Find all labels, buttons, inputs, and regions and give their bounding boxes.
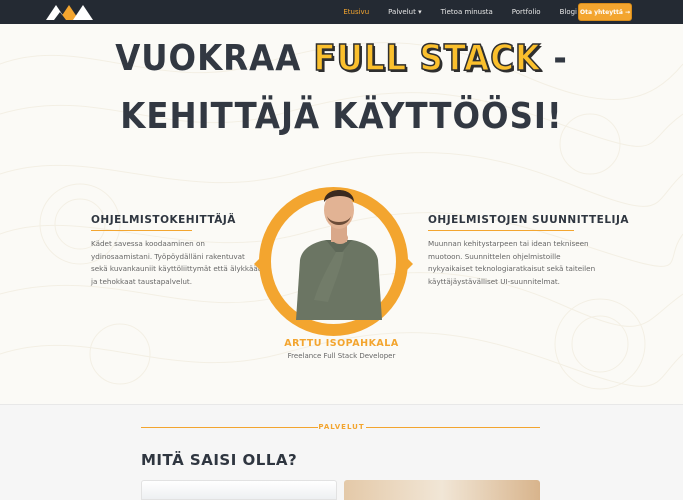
hero-title-suffix: - [553, 38, 568, 79]
hero-title-line-2: KEHITTÄJÄ KÄYTTÖÖSI! [120, 96, 563, 137]
service-card-2[interactable] [344, 480, 540, 500]
main-nav: Etusivu Palvelut ▾ Tietoa minusta Portfo… [343, 0, 577, 24]
right-column-title: OHJELMISTOJEN SUUNNITTELIJA [428, 214, 629, 226]
services-section [0, 404, 683, 500]
right-column-text: Muunnan kehitystarpeen tai idean teknise… [428, 239, 596, 286]
hero-title-accent: FULL STACK [313, 37, 542, 80]
nav-item-tietoa-minusta[interactable]: Tietoa minusta [441, 8, 493, 16]
ring-left-pointer [254, 254, 264, 274]
profile-role: Freelance Full Stack Developer [287, 352, 396, 360]
services-title: MITÄ SAISI OLLA? [141, 451, 298, 469]
hero-title-prefix: VUOKRAA [115, 38, 302, 79]
nav-item-blogi[interactable]: Blogi [560, 8, 577, 16]
ring-right-pointer [403, 254, 413, 274]
profile-photo [296, 190, 382, 320]
nav-item-palvelut[interactable]: Palvelut ▾ [388, 8, 421, 16]
left-column-text: Kädet savessa koodaaminen on ydinosaamis… [91, 239, 261, 286]
nav-item-portfolio[interactable]: Portfolio [512, 8, 541, 16]
hero-title-line-1: VUOKRAA FULL STACK - [0, 37, 683, 80]
site-logo[interactable] [46, 3, 94, 20]
top-navbar: Etusivu Palvelut ▾ Tietoa minusta Portfo… [0, 0, 683, 24]
contact-button[interactable]: Ota yhteyttä → [578, 3, 632, 21]
left-column-title: OHJELMISTOKEHITTÄJÄ [91, 214, 236, 226]
nav-item-etusivu[interactable]: Etusivu [343, 8, 369, 16]
right-title-underline [428, 230, 574, 231]
service-card-1[interactable] [141, 480, 337, 500]
services-label: PALVELUT [318, 423, 365, 431]
profile-name: ARTTU ISOPAHKALA [284, 338, 399, 349]
left-title-underline [91, 230, 192, 231]
